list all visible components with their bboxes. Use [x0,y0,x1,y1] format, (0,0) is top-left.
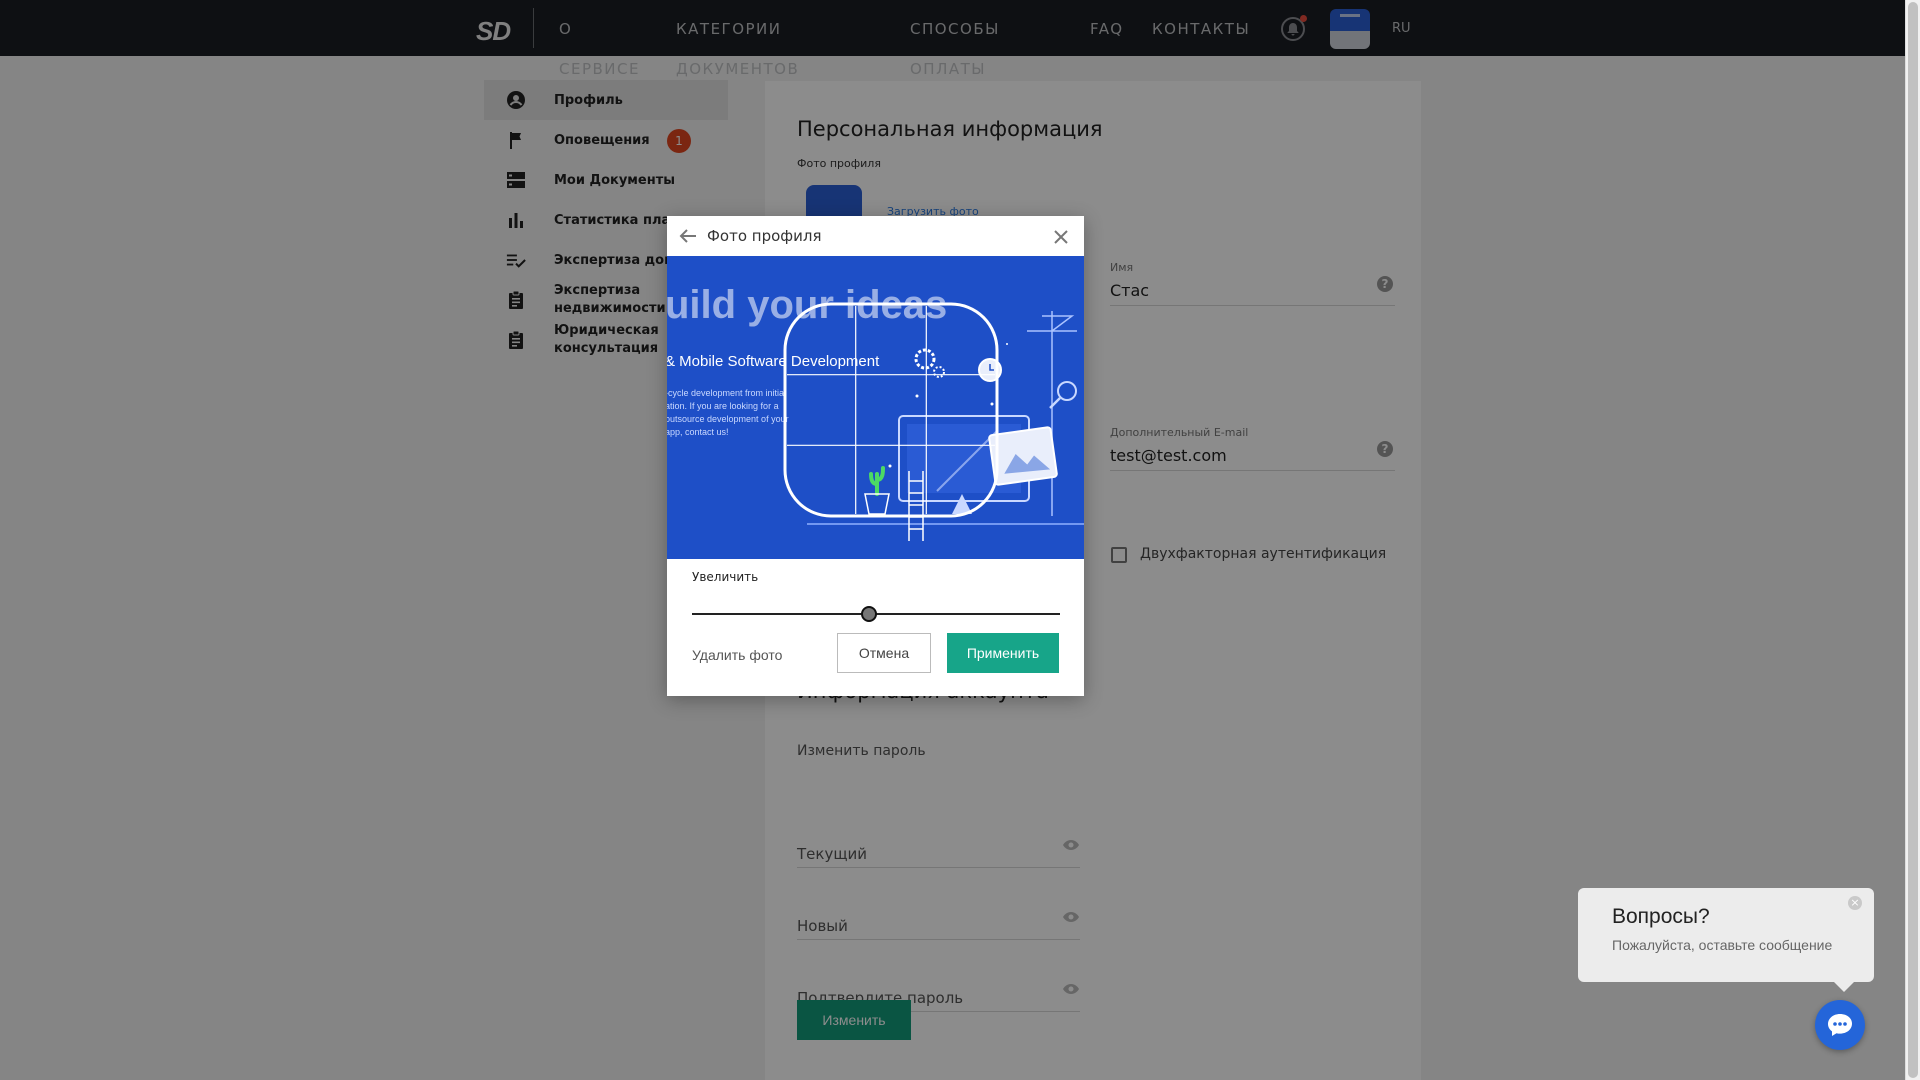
zoom-slider[interactable] [692,604,1060,624]
delete-photo-button[interactable]: Удалить фото [692,643,782,667]
chat-open-button[interactable] [1815,1000,1865,1050]
close-icon[interactable]: × [1848,896,1862,910]
modal-title: Фото профиля [707,227,822,245]
zoom-slider-handle[interactable] [860,606,877,622]
modal-header: Фото профиля [667,216,1084,256]
chat-subtitle: Пожалуйста, оставьте сообщение [1612,937,1833,953]
image-body-line: app, contact us! [667,427,729,437]
apply-button[interactable]: Применить [947,633,1059,673]
image-body-line: -cycle development from initial [667,388,786,398]
scrollbar-thumb[interactable] [1908,2,1918,1078]
page-scrollbar[interactable] [1905,0,1920,1080]
image-body-line: ation. If you are looking for a [667,401,779,411]
crop-image-area[interactable]: uild your ideas & Mobile Software Develo… [667,256,1084,559]
cancel-button[interactable]: Отмена [837,633,931,673]
image-subline: & Mobile Software Development [667,353,880,370]
chat-icon [1828,1014,1852,1036]
uploaded-image-illustration: uild your ideas & Mobile Software Develo… [667,256,1084,559]
image-body-line: outsource development of your [667,414,789,424]
zoom-label: Увеличить [692,570,759,584]
close-icon[interactable] [1054,229,1068,248]
chat-prompt-bubble[interactable]: Вопросы? Пожалуйста, оставьте сообщение … [1578,888,1874,992]
arrow-back-icon[interactable] [679,228,697,248]
chat-title: Вопросы? [1612,905,1710,928]
photo-crop-modal: Фото профиля uild your ideas & Mobile So… [667,216,1084,696]
